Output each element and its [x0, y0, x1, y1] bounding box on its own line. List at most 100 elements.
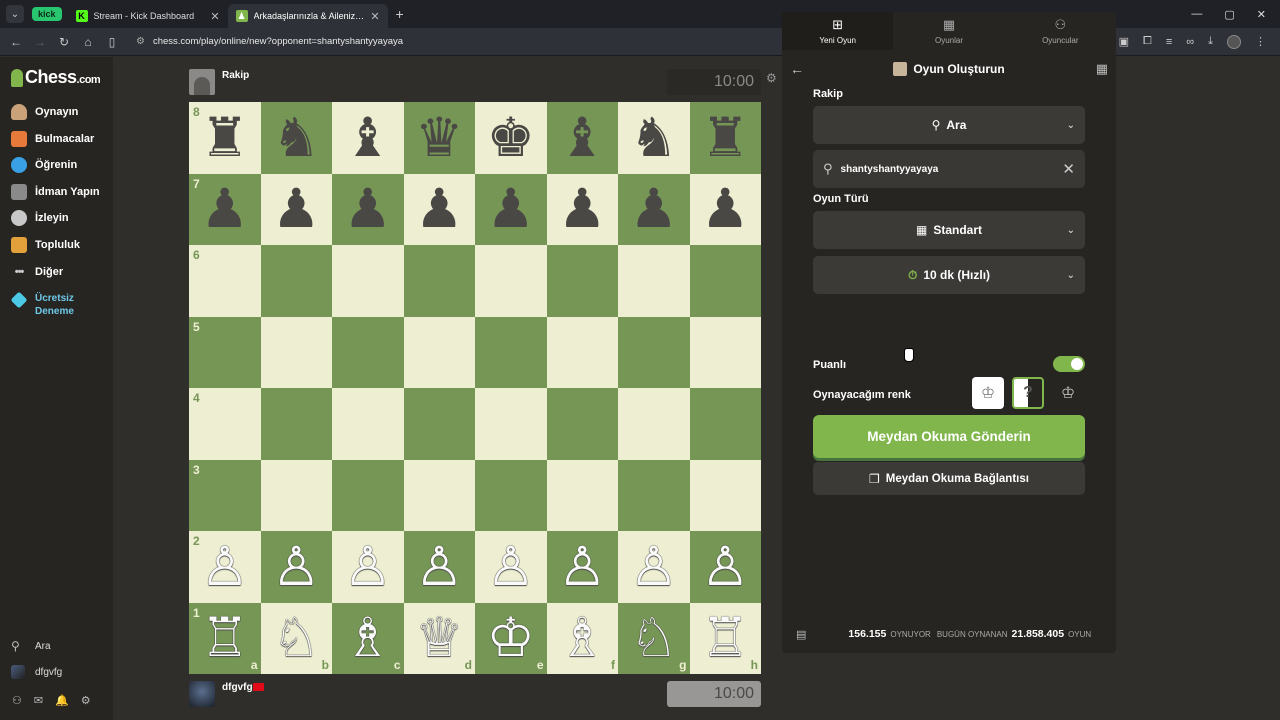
black-piece[interactable]: ♟	[201, 182, 249, 236]
white-piece[interactable]: ♕	[415, 611, 463, 665]
board-square-b7[interactable]: ♟	[260, 173, 332, 245]
board-square-h4[interactable]	[689, 388, 761, 460]
board-square-g6[interactable]	[618, 245, 690, 317]
board-square-b4[interactable]	[260, 388, 332, 460]
board-square-d8[interactable]: ♛	[403, 102, 475, 174]
white-piece[interactable]: ♙	[630, 539, 678, 594]
black-piece[interactable]: ♝	[558, 110, 606, 165]
board-style-icon[interactable]: ▦	[1096, 61, 1108, 77]
new-tab-button[interactable]: +	[396, 6, 404, 22]
board-square-f1[interactable]: f ♗	[546, 602, 618, 674]
white-piece[interactable]: ♖	[201, 611, 249, 665]
browser-tab-chess[interactable]: ♟ Arkadaşlarınızla & Ailenizle Üc... ✕	[227, 4, 388, 28]
black-piece[interactable]: ♞	[272, 110, 320, 165]
game-type-select[interactable]: ▦ Standart ⌄	[813, 211, 1085, 249]
sidebar-item-play[interactable]: Oynayın	[11, 104, 78, 120]
board-square-f5[interactable]	[546, 316, 618, 388]
board-square-c2[interactable]: ♙	[332, 531, 404, 603]
board-square-d2[interactable]: ♙	[403, 531, 475, 603]
black-piece[interactable]: ♟	[415, 182, 463, 236]
black-piece[interactable]: ♟	[487, 182, 535, 236]
forward-icon[interactable]: →	[28, 35, 52, 49]
board-square-c8[interactable]: ♝	[332, 102, 404, 174]
tab-group-label[interactable]: kick	[32, 7, 62, 21]
board-square-d7[interactable]: ♟	[403, 173, 475, 245]
reload-icon[interactable]: ↻	[52, 35, 76, 49]
chesscom-logo[interactable]: Chess .com	[11, 67, 101, 88]
glasses-icon[interactable]: ∞	[1186, 36, 1194, 48]
browser-menu-icon[interactable]: ⋮	[1255, 35, 1266, 48]
board-square-a3[interactable]: 3	[189, 459, 261, 531]
white-piece[interactable]: ♔	[487, 611, 535, 665]
home-icon[interactable]: ⌂	[76, 35, 100, 49]
rated-toggle[interactable]	[1053, 356, 1085, 372]
board-square-e6[interactable]	[475, 245, 547, 317]
board-square-f3[interactable]	[546, 459, 618, 531]
board-square-b6[interactable]	[260, 245, 332, 317]
board-square-g5[interactable]	[618, 316, 690, 388]
black-piece[interactable]: ♟	[701, 182, 749, 236]
white-piece[interactable]: ♙	[701, 539, 749, 594]
black-piece[interactable]: ♜	[701, 110, 749, 165]
time-control-select[interactable]: ⏱ 10 dk (Hızlı) ⌄	[813, 256, 1085, 294]
clear-icon[interactable]: ✕	[1062, 160, 1075, 178]
white-piece[interactable]: ♙	[344, 539, 392, 594]
challenge-link-button[interactable]: ❐ Meydan Okuma Bağlantısı	[813, 462, 1085, 495]
tab-close-icon[interactable]: ✕	[210, 10, 219, 23]
gamepad-extension-icon[interactable]: ▣	[1119, 35, 1129, 48]
board-square-b8[interactable]: ♞	[260, 102, 332, 174]
chess-board[interactable]: 8 ♜ ♞ ♝ ♛ ♚ ♝ ♞ ♜ 7 ♟ ♟ ♟ ♟ ♟ ♟ ♟ ♟ 6 5 4 3 2 ♙ ♙ ♙ ♙ ♙ ♙ ♙ ♙ 1 a ♖ b ♘ c ♗ d ♕…	[189, 102, 761, 674]
board-square-h8[interactable]: ♜	[689, 102, 761, 174]
board-square-g1[interactable]: g ♘	[618, 602, 690, 674]
board-square-a8[interactable]: 8 ♜	[189, 102, 261, 174]
color-white-button[interactable]: ♔	[972, 377, 1004, 409]
board-square-f8[interactable]: ♝	[546, 102, 618, 174]
back-arrow-icon[interactable]: ←	[790, 61, 804, 77]
board-square-e8[interactable]: ♚	[475, 102, 547, 174]
tab-list-icon[interactable]: ≡	[1166, 36, 1172, 48]
tab-games[interactable]: ▦ Oyunlar	[893, 12, 1004, 50]
board-square-b5[interactable]	[260, 316, 332, 388]
board-square-e1[interactable]: e ♔	[475, 602, 547, 674]
board-square-a2[interactable]: 2 ♙	[189, 531, 261, 603]
sidebar-toggle-icon[interactable]: ▯	[100, 35, 124, 49]
download-icon[interactable]: ⤓	[1208, 35, 1213, 48]
board-square-g4[interactable]	[618, 388, 690, 460]
board-square-b1[interactable]: b ♘	[260, 602, 332, 674]
white-piece[interactable]: ♙	[415, 539, 463, 594]
board-square-h7[interactable]: ♟	[689, 173, 761, 245]
tab-close-icon[interactable]: ✕	[370, 10, 379, 23]
black-piece[interactable]: ♝	[344, 110, 392, 165]
board-square-f6[interactable]	[546, 245, 618, 317]
board-square-f7[interactable]: ♟	[546, 173, 618, 245]
board-square-d5[interactable]	[403, 316, 475, 388]
maximize-icon[interactable]: ▢	[1224, 8, 1234, 21]
black-piece[interactable]: ♚	[487, 110, 535, 165]
sidebar-search[interactable]: ⚲ Ara	[11, 639, 51, 653]
board-square-g3[interactable]	[618, 459, 690, 531]
white-piece[interactable]: ♙	[201, 539, 249, 594]
board-square-h1[interactable]: h ♖	[689, 602, 761, 674]
white-piece[interactable]: ♙	[558, 539, 606, 594]
white-piece[interactable]: ♘	[630, 611, 678, 665]
sidebar-item-free-trial[interactable]: Ücretsiz Deneme	[10, 291, 74, 318]
opponent-select[interactable]: ⚲ Ara ⌄	[813, 106, 1085, 144]
tab-search-button[interactable]: ⌄	[6, 5, 24, 23]
black-piece[interactable]: ♛	[415, 110, 463, 165]
browser-tab-kick[interactable]: K Stream - Kick Dashboard ✕	[68, 4, 228, 28]
board-square-d1[interactable]: d ♕	[403, 602, 475, 674]
board-square-f2[interactable]: ♙	[546, 531, 618, 603]
sidebar-item-watch[interactable]: İzleyin	[11, 210, 69, 226]
board-square-e2[interactable]: ♙	[475, 531, 547, 603]
black-piece[interactable]: ♟	[630, 182, 678, 236]
board-square-a1[interactable]: 1 a ♖	[189, 602, 261, 674]
sidebar-profile[interactable]: dfgvfg	[11, 665, 62, 679]
board-square-b3[interactable]	[260, 459, 332, 531]
settings-gear-icon[interactable]: ⚙	[81, 694, 91, 707]
mail-icon[interactable]: ✉	[34, 694, 43, 707]
site-info-icon[interactable]: ⚙	[136, 36, 145, 47]
color-black-button[interactable]: ♔	[1052, 377, 1084, 409]
board-square-d4[interactable]	[403, 388, 475, 460]
sidebar-item-community[interactable]: Topluluk	[11, 237, 80, 253]
sidebar-item-learn[interactable]: Öğrenin	[11, 157, 77, 173]
